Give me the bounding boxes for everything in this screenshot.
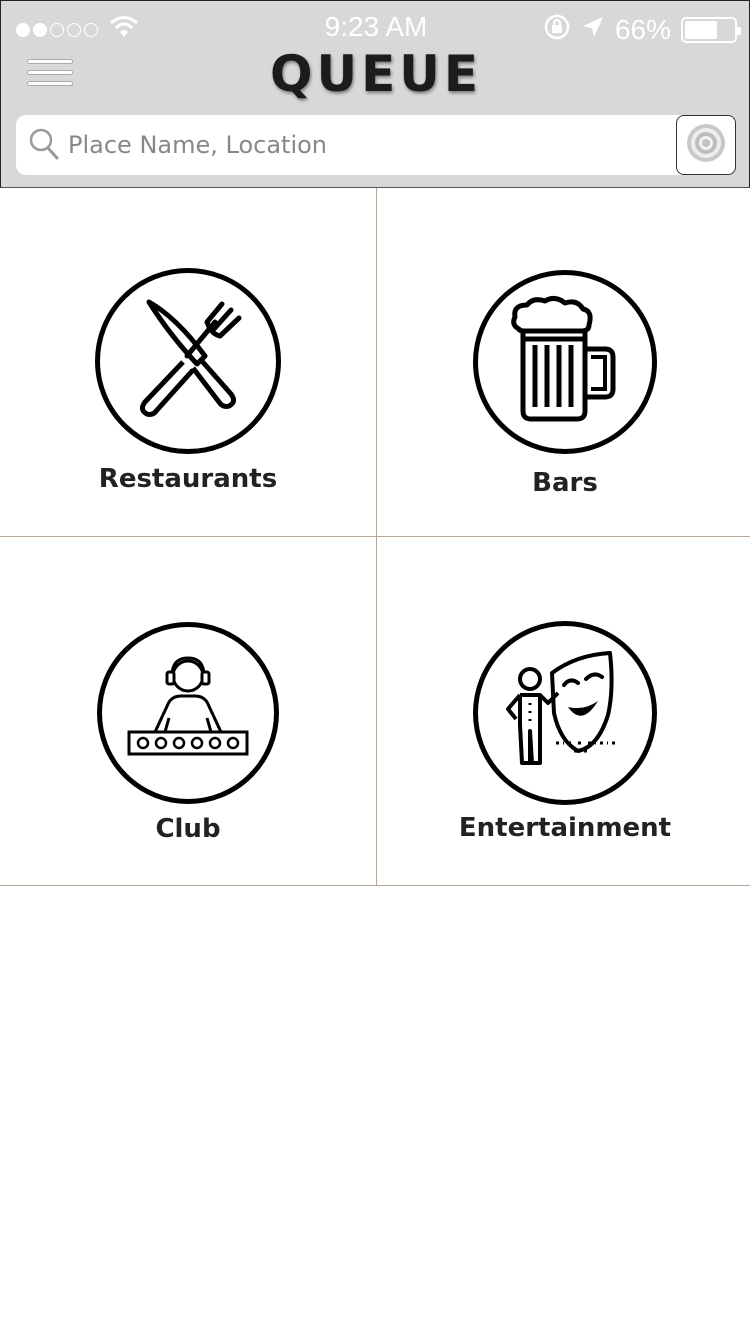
theater-mask-icon <box>498 649 632 778</box>
category-label: Bars <box>532 468 598 498</box>
category-label: Entertainment <box>458 813 672 843</box>
category-icon-circle <box>95 268 281 454</box>
fork-knife-icon <box>123 294 253 429</box>
category-icon-circle <box>97 622 279 804</box>
beer-mug-icon <box>505 295 625 430</box>
category-icon-circle <box>473 270 657 454</box>
app-header: 9:23 AM 66% QUEUE <box>0 0 750 188</box>
battery-percent: 66% <box>614 13 671 45</box>
category-tile-entertainment[interactable]: Entertainment <box>377 537 750 886</box>
search-icon <box>28 127 60 166</box>
dj-icon <box>123 655 253 771</box>
search-input[interactable] <box>68 123 668 167</box>
category-label: Restaurants <box>98 464 278 494</box>
category-label: Club <box>155 814 221 844</box>
location-arrow-icon <box>581 15 605 44</box>
locate-button[interactable] <box>676 115 736 175</box>
category-grid: Restaurants Bars Club Entertainment <box>0 188 750 886</box>
category-tile-club[interactable]: Club <box>0 537 376 886</box>
target-icon <box>684 121 728 170</box>
category-tile-restaurants[interactable]: Restaurants <box>0 188 376 537</box>
category-tile-bars[interactable]: Bars <box>377 188 750 537</box>
category-icon-circle <box>473 621 657 805</box>
rotation-lock-icon <box>543 13 571 46</box>
search-bar <box>16 115 736 175</box>
app-title: QUEUE <box>269 45 483 103</box>
battery-icon <box>681 16 741 43</box>
